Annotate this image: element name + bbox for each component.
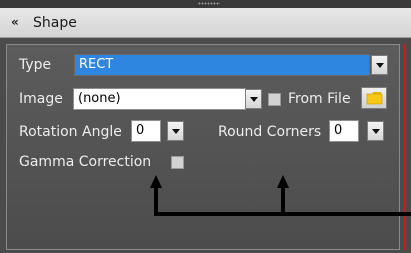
arrowhead-gamma-icon [150,175,162,188]
shape-properties-window: « Shape Type RECT Image (none) From File… [0,0,411,253]
arrowhead-round-corners-icon [277,175,289,188]
annotation-arrows [150,175,411,216]
